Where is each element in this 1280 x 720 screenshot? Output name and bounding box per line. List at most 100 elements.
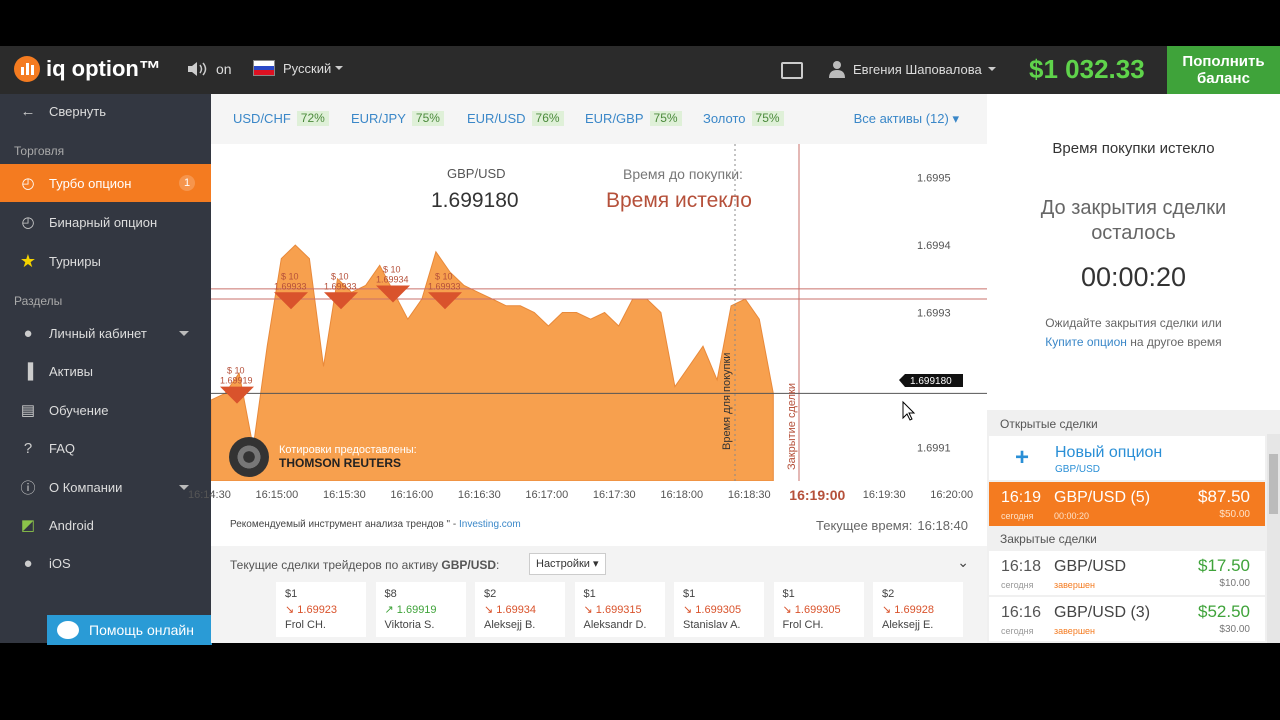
closed-deal[interactable]: 16:16 сегодня GBP/USD (3) завершен $52.5… <box>989 597 1265 641</box>
main-area: USD/CHF 72% EUR/JPY 75% EUR/USD 76% EUR/GBP… <box>188 94 987 643</box>
trader-price-value: 1.69928 <box>894 604 935 616</box>
trader-card[interactable]: $1 ↘ 1.699305 Frol CH. <box>773 582 864 637</box>
sidebar-item-turbo[interactable]: ◴ Турбо опцион 1 <box>0 164 211 202</box>
language-select[interactable]: Русский <box>253 60 344 76</box>
new-option-label: Новый опцион <box>1055 444 1163 461</box>
sidebar-item-label: Турбо опцион <box>49 175 132 191</box>
arrow-left-icon: ← <box>20 102 36 120</box>
sidebar-collapse[interactable]: ← Свернуть <box>0 92 211 130</box>
collapse-chevron-icon[interactable]: ⌄ <box>957 554 969 571</box>
sidebar-item-faq[interactable]: ? FAQ <box>0 429 211 467</box>
asset-name: USD/CHF <box>233 111 291 126</box>
chat-icon <box>57 621 79 639</box>
trader-price: ↗ 1.69919 <box>385 603 437 616</box>
time-status: Время истекло <box>606 189 752 212</box>
trade-marker-price: 1.69933 <box>274 281 307 291</box>
plus-icon: + <box>1015 444 1030 471</box>
deal-investment: $30.00 <box>1219 624 1250 635</box>
logo[interactable]: iq option™ <box>14 56 161 82</box>
investing-link[interactable]: Investing.com <box>459 519 521 530</box>
scrollbar[interactable] <box>1267 434 1280 643</box>
open-deals-heading: Открытые сделки <box>1000 417 1098 431</box>
trader-card[interactable]: $1 ↘ 1.69923 Frol CH. <box>276 582 366 637</box>
sidebar-item-label: Бинарный опцион <box>49 214 158 230</box>
deal-status: завершен <box>1054 580 1096 590</box>
traders-title-suffix: : <box>496 558 500 572</box>
trader-card[interactable]: $2 ↘ 1.69934 Aleksejj B. <box>475 582 565 637</box>
deal-time: 16:19 <box>1001 489 1042 506</box>
help-online-button[interactable]: Помощь онлайн <box>47 615 212 645</box>
buy-option-link[interactable]: Купите опцион <box>1045 335 1127 349</box>
current-time-label: Текущее время: <box>816 518 913 533</box>
chevron-down-icon: ▾ <box>952 111 959 126</box>
asset-tab[interactable]: USD/CHF 72% <box>233 111 329 126</box>
sidebar-item-about[interactable]: ⓘ О Компании <box>0 468 211 506</box>
sound-toggle[interactable]: on <box>186 60 232 78</box>
arrow-down-icon: ↘ <box>882 604 892 616</box>
sidebar-item-label: iOS <box>49 555 71 571</box>
sidebar-item-label: Личный кабинет <box>49 325 147 341</box>
current-price: 1.699180 <box>431 189 519 212</box>
x-tick-label: 16:17:30 <box>592 489 636 501</box>
deal-amount: $87.50 <box>1198 487 1250 506</box>
deal-amount: $52.50 <box>1198 602 1250 621</box>
trader-card[interactable]: $8 ↗ 1.69919 Viktoria S. <box>375 582 466 637</box>
price-chart[interactable]: $ 101.69919$ 101.69933$ 101.69933$ 101.6… <box>211 144 987 481</box>
chevron-down-icon <box>987 67 996 71</box>
deal-status: 00:00:20 <box>1054 511 1090 521</box>
trader-price-value: 1.699305 <box>695 604 742 616</box>
deal-day: сегодня <box>1001 626 1034 636</box>
sidebar-item-tournaments[interactable]: ★ Турниры <box>0 242 211 280</box>
trade-marker-price: 1.69934 <box>376 275 409 285</box>
trade-marker-price: 1.69933 <box>428 281 461 291</box>
deposit-button[interactable]: Пополнить баланс <box>1167 46 1280 94</box>
language-label: Русский <box>283 60 332 76</box>
sidebar-item-android[interactable]: ◩ Android <box>0 506 211 544</box>
chevron-down-icon: ▾ <box>593 558 599 570</box>
wait-suffix: на другое время <box>1126 335 1222 349</box>
deal-investment: $50.00 <box>1219 509 1250 520</box>
trader-name: Viktoria S. <box>384 619 435 631</box>
clock-icon: ◴ <box>21 175 35 192</box>
asset-tab[interactable]: Золото 75% <box>703 111 784 126</box>
settings-dropdown[interactable]: Настройки ▾ <box>529 553 606 575</box>
trader-amount: $1 <box>782 588 795 600</box>
chevron-down-icon <box>335 66 344 70</box>
closed-deal[interactable]: 16:18 сегодня GBP/USD завершен $17.50 $1… <box>989 551 1265 595</box>
sidebar-item-binary[interactable]: ◴ Бинарный опцион <box>0 203 211 241</box>
logo-icon <box>14 56 40 82</box>
notification-badge: 1 <box>179 175 195 191</box>
sidebar-item-learning[interactable]: ▤ Обучение <box>0 391 211 429</box>
sidebar-item-ios[interactable]: ● iOS <box>0 544 211 582</box>
trader-card[interactable]: $1 ↘ 1.699305 Stanislav A. <box>674 582 764 637</box>
mail-icon[interactable] <box>781 62 803 79</box>
sidebar-item-cabinet[interactable]: ● Личный кабинет <box>0 314 211 352</box>
asset-tab[interactable]: EUR/GBP 75% <box>585 111 682 126</box>
deal-pair: GBP/USD (3) <box>1054 604 1151 621</box>
x-tick-label: 16:18:30 <box>727 489 771 501</box>
arrow-down-icon: ↘ <box>683 604 693 616</box>
trader-price-value: 1.69919 <box>396 604 437 616</box>
trader-price-value: 1.69923 <box>297 604 338 616</box>
new-option-button[interactable]: + Новый опцион GBP/USD <box>989 436 1265 480</box>
y-tick-label: 1.6991 <box>917 442 951 454</box>
user-menu[interactable]: Евгения Шаповалова <box>829 60 996 78</box>
traders-title: Текущие сделки трейдеров по активу GBP/U… <box>230 558 499 572</box>
info-icon: ⓘ <box>20 479 36 497</box>
scrollbar-thumb[interactable] <box>1269 454 1278 514</box>
asset-tab[interactable]: EUR/JPY 75% <box>351 111 444 126</box>
asset-tab[interactable]: EUR/USD 76% <box>467 111 564 126</box>
deal-pair: GBP/USD <box>1054 558 1127 575</box>
trader-amount: $8 <box>384 588 397 600</box>
asset-percent: 76% <box>531 111 564 126</box>
open-deal[interactable]: 16:19 сегодня GBP/USD (5) 00:00:20 $87.5… <box>989 482 1265 526</box>
all-assets-dropdown[interactable]: Все активы (12) ▾ <box>854 111 959 127</box>
sidebar-item-assets[interactable]: ▐ Активы <box>0 352 211 390</box>
sidebar-item-label: Турниры <box>49 253 101 269</box>
x-tick-label: 16:16:00 <box>390 489 434 501</box>
trader-price-value: 1.699315 <box>595 604 642 616</box>
trader-card[interactable]: $1 ↘ 1.699315 Aleksandr D. <box>574 582 665 637</box>
trader-amount: $1 <box>285 588 298 600</box>
x-tick-label: 16:15:30 <box>322 489 366 501</box>
trader-card[interactable]: $2 ↘ 1.69928 Aleksejj E. <box>873 582 963 637</box>
